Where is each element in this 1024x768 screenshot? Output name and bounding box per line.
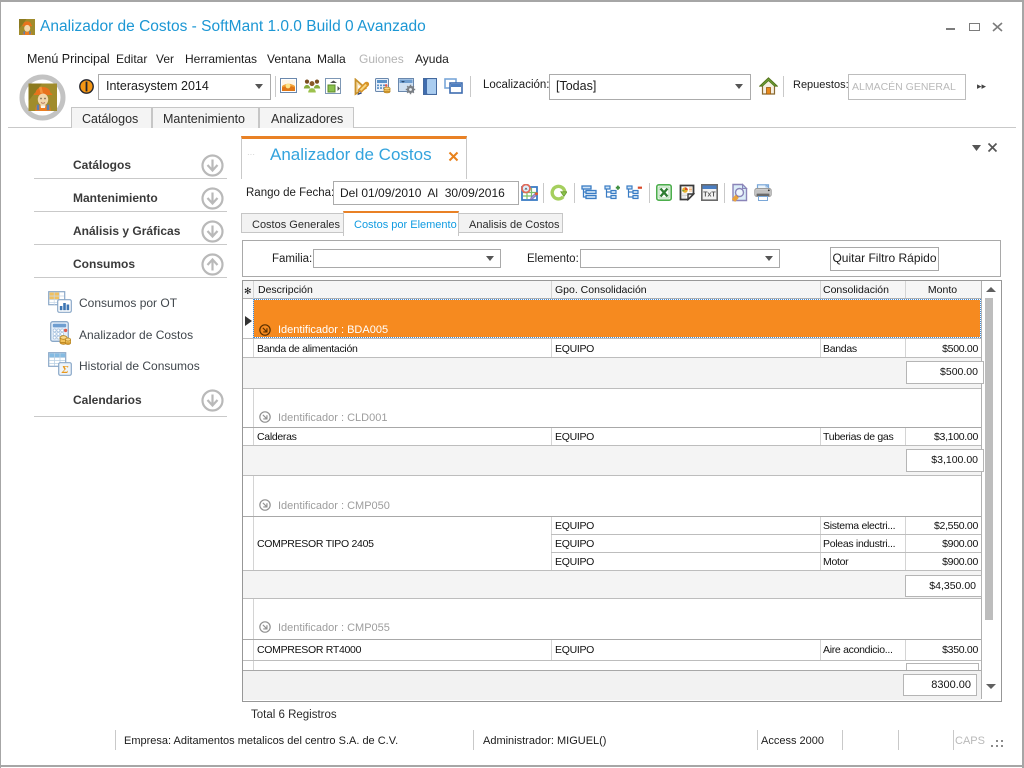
svg-text:Σ: Σ — [61, 364, 69, 376]
svg-text:TxT: TxT — [703, 192, 716, 199]
